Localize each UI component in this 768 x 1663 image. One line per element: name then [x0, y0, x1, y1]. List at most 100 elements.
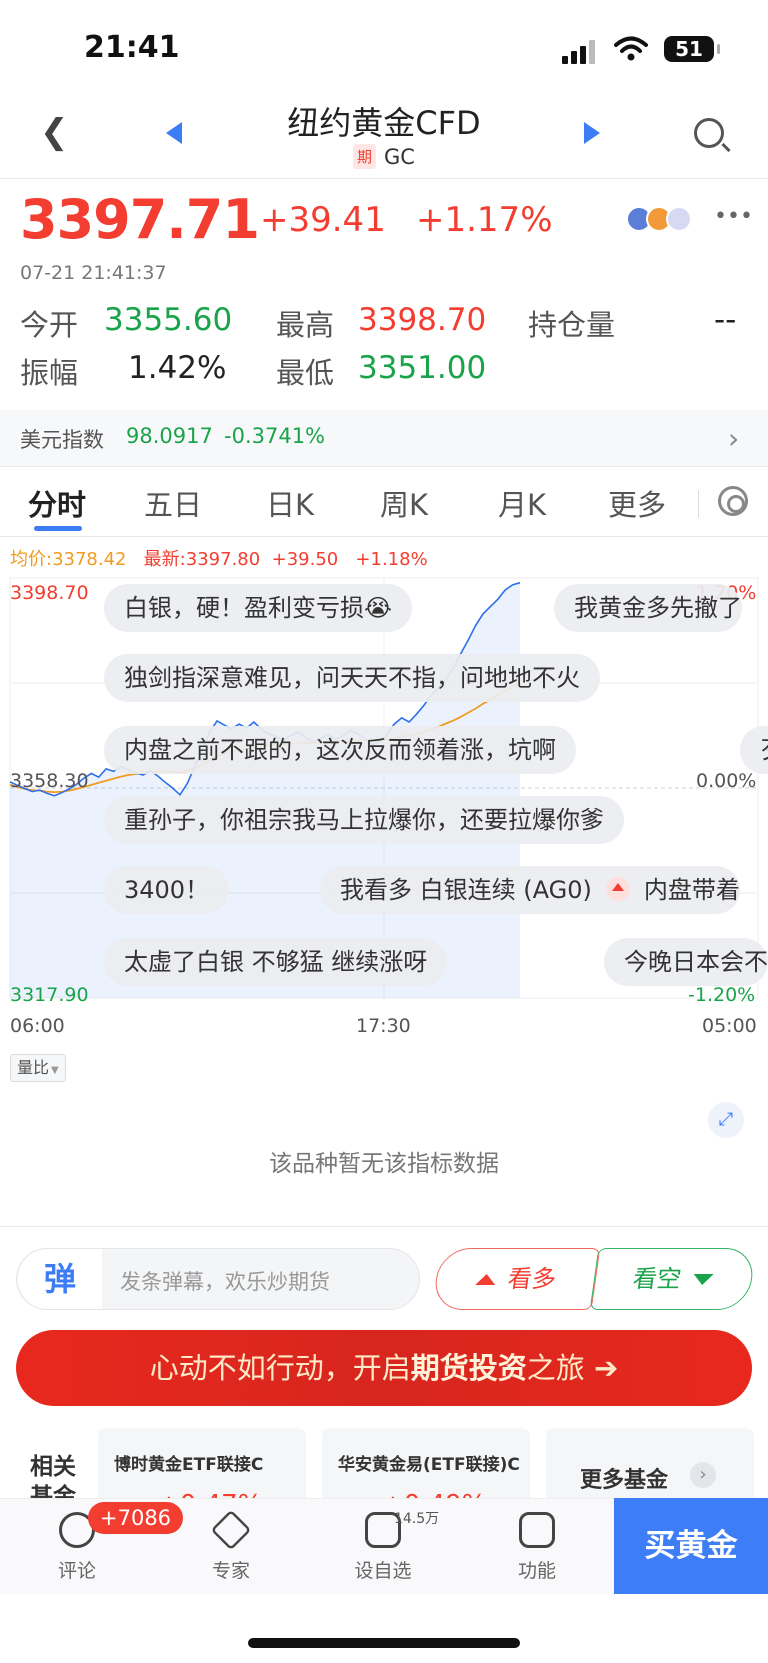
battery-icon: 51: [664, 36, 720, 62]
amplitude-label: 振幅: [20, 356, 79, 390]
low-label: 最低: [276, 356, 335, 390]
danmu-bubble: 重孙子，你祖宗我马上拉爆你，还要拉爆你爹: [104, 796, 624, 844]
danmu-text: 我看多 白银连续 (AG0): [340, 876, 592, 904]
bearish-button[interactable]: 看空: [589, 1248, 757, 1310]
low-value: 3351.00: [358, 350, 487, 386]
volume-ratio-select[interactable]: 量比 ▼: [10, 1054, 66, 1082]
caret-down-icon: ▼: [51, 1065, 59, 1076]
open-label: 今开: [20, 308, 79, 342]
divider: [0, 178, 768, 179]
page-title: 纽约黄金CFD: [287, 104, 481, 142]
ratio-label: 量比: [17, 1058, 50, 1077]
dollar-index-row[interactable]: [0, 410, 768, 466]
oi-label: 持仓量: [528, 308, 616, 342]
latest-change-label: +39.50: [271, 549, 339, 570]
danmu-bubble: 太虚了白银 不够猛 继续涨呀: [104, 938, 448, 986]
instrument-code: 期 GC: [0, 144, 768, 169]
expert-tab[interactable]: 专家: [186, 1509, 276, 1583]
next-instrument-icon[interactable]: [584, 122, 600, 144]
bearish-label: 看空: [631, 1265, 683, 1293]
up-arrow-icon: [475, 1274, 497, 1285]
active-tab-indicator: [34, 526, 82, 531]
futures-tag: 期: [353, 144, 377, 169]
expert-label: 专家: [211, 1560, 250, 1582]
price-change-pct: +1.17%: [416, 200, 553, 240]
promo-banner[interactable]: 心动不如行动，开启期货投资之旅 ➔: [16, 1330, 752, 1406]
dollar-index-change: -0.3741%: [224, 424, 326, 448]
more-icon[interactable]: •••: [714, 204, 753, 229]
latest-price-label: 最新:3397.80: [143, 549, 261, 570]
bullish-button[interactable]: 看多: [431, 1248, 601, 1310]
more-funds-label: 更多基金: [580, 1468, 669, 1493]
up-icon: [605, 877, 630, 901]
x-axis-end: 05:00: [702, 1015, 757, 1037]
tab-monthly-k[interactable]: 月K: [498, 482, 546, 524]
x-axis-mid: 17:30: [356, 1015, 411, 1037]
oi-value: --: [714, 302, 737, 338]
danmu-bubble: 我黄金多先撤了: [554, 584, 742, 632]
chevron-right-icon: ›: [690, 1462, 716, 1488]
high-value: 3398.70: [358, 302, 487, 338]
danmu-input[interactable]: 发条弹幕，欢乐炒期货: [120, 1266, 330, 1296]
fund-name: 博时黄金ETF联接C: [114, 1455, 264, 1475]
y-axis-top: 3398.70: [10, 582, 89, 604]
signal-icon: [562, 40, 595, 64]
last-price: 3397.71: [20, 188, 260, 251]
quote-timestamp: 07-21 21:41:37: [20, 262, 167, 284]
chevron-right-icon[interactable]: ›: [728, 422, 739, 455]
avatar: [666, 206, 692, 232]
danmu-logo-icon[interactable]: 弹: [18, 1249, 102, 1309]
banner-text-bold: 期货投资: [410, 1351, 527, 1385]
function-icon: [519, 1512, 555, 1548]
home-indicator: [248, 1638, 520, 1648]
comment-count-badge: +7086: [88, 1502, 184, 1534]
divider: [0, 536, 768, 537]
function-tab[interactable]: 功能: [492, 1512, 582, 1583]
danmu-text: 内盘带着: [643, 876, 740, 904]
banner-text-prefix: 心动不如行动，开启: [149, 1351, 411, 1385]
tab-more[interactable]: 更多: [608, 482, 666, 524]
danmu-bubble: 白银，硬！盈利变亏损😭: [104, 584, 413, 632]
y-axis-bottom: 3317.90: [10, 984, 89, 1006]
divider: [0, 466, 768, 467]
danmu-bubble: 3400！: [104, 866, 230, 914]
x-axis-start: 06:00: [10, 1015, 65, 1037]
tab-weekly-k[interactable]: 周K: [380, 482, 428, 524]
expert-icon: [210, 1509, 252, 1551]
latest-pct-label: +1.18%: [355, 549, 428, 570]
bullish-label: 看多: [506, 1265, 558, 1293]
high-label: 最高: [276, 308, 335, 342]
chart-legend: 均价:3378.42 最新:3397.80 +39.50 +1.18%: [10, 545, 428, 571]
fund-name: 华安黄金易(ETF联接)C: [338, 1455, 520, 1475]
wifi-icon: [614, 36, 648, 61]
divider: [0, 1226, 768, 1227]
settings-icon[interactable]: [718, 486, 748, 516]
tab-daily-k[interactable]: 日K: [266, 482, 314, 524]
dollar-index-value: 98.0917: [126, 424, 213, 448]
danmu-bubble: 独剑指深意难见，问天天不指，问地地不火: [104, 654, 600, 702]
comment-label: 评论: [57, 1560, 96, 1582]
divider: [698, 490, 699, 518]
tab-intraday[interactable]: 分时: [28, 482, 86, 524]
danmu-bubble: 内盘之前不跟的，这次反而领着涨，坑啊: [104, 726, 576, 774]
danmu-bubble: 我看多 白银连续 (AG0) 内盘带着: [320, 866, 740, 914]
code-label: GC: [384, 145, 415, 169]
pct-axis-mid: 0.00%: [696, 770, 757, 792]
open-value: 3355.60: [104, 302, 233, 338]
no-data-message: 该品种暂无该指标数据: [269, 1151, 499, 1177]
dollar-index-label: 美元指数: [20, 428, 104, 452]
tab-5day[interactable]: 五日: [144, 482, 202, 524]
function-label: 功能: [517, 1560, 556, 1582]
expand-icon[interactable]: ⤢: [708, 1102, 744, 1138]
search-icon[interactable]: [694, 118, 724, 148]
avatar-group[interactable]: [626, 206, 692, 236]
watchlist-count: 14.5万: [394, 1511, 440, 1527]
down-arrow-icon: [692, 1274, 714, 1285]
amplitude-value: 1.42%: [128, 350, 227, 386]
status-time: 21:41: [84, 30, 180, 65]
danmu-bubble: 今晚日本会不: [604, 938, 768, 986]
price-change: +39.41: [260, 200, 386, 240]
avg-price-label: 均价:3378.42: [10, 549, 127, 570]
buy-gold-button[interactable]: 买黄金: [614, 1498, 768, 1594]
y-axis-mid: 3358.30: [10, 770, 89, 792]
